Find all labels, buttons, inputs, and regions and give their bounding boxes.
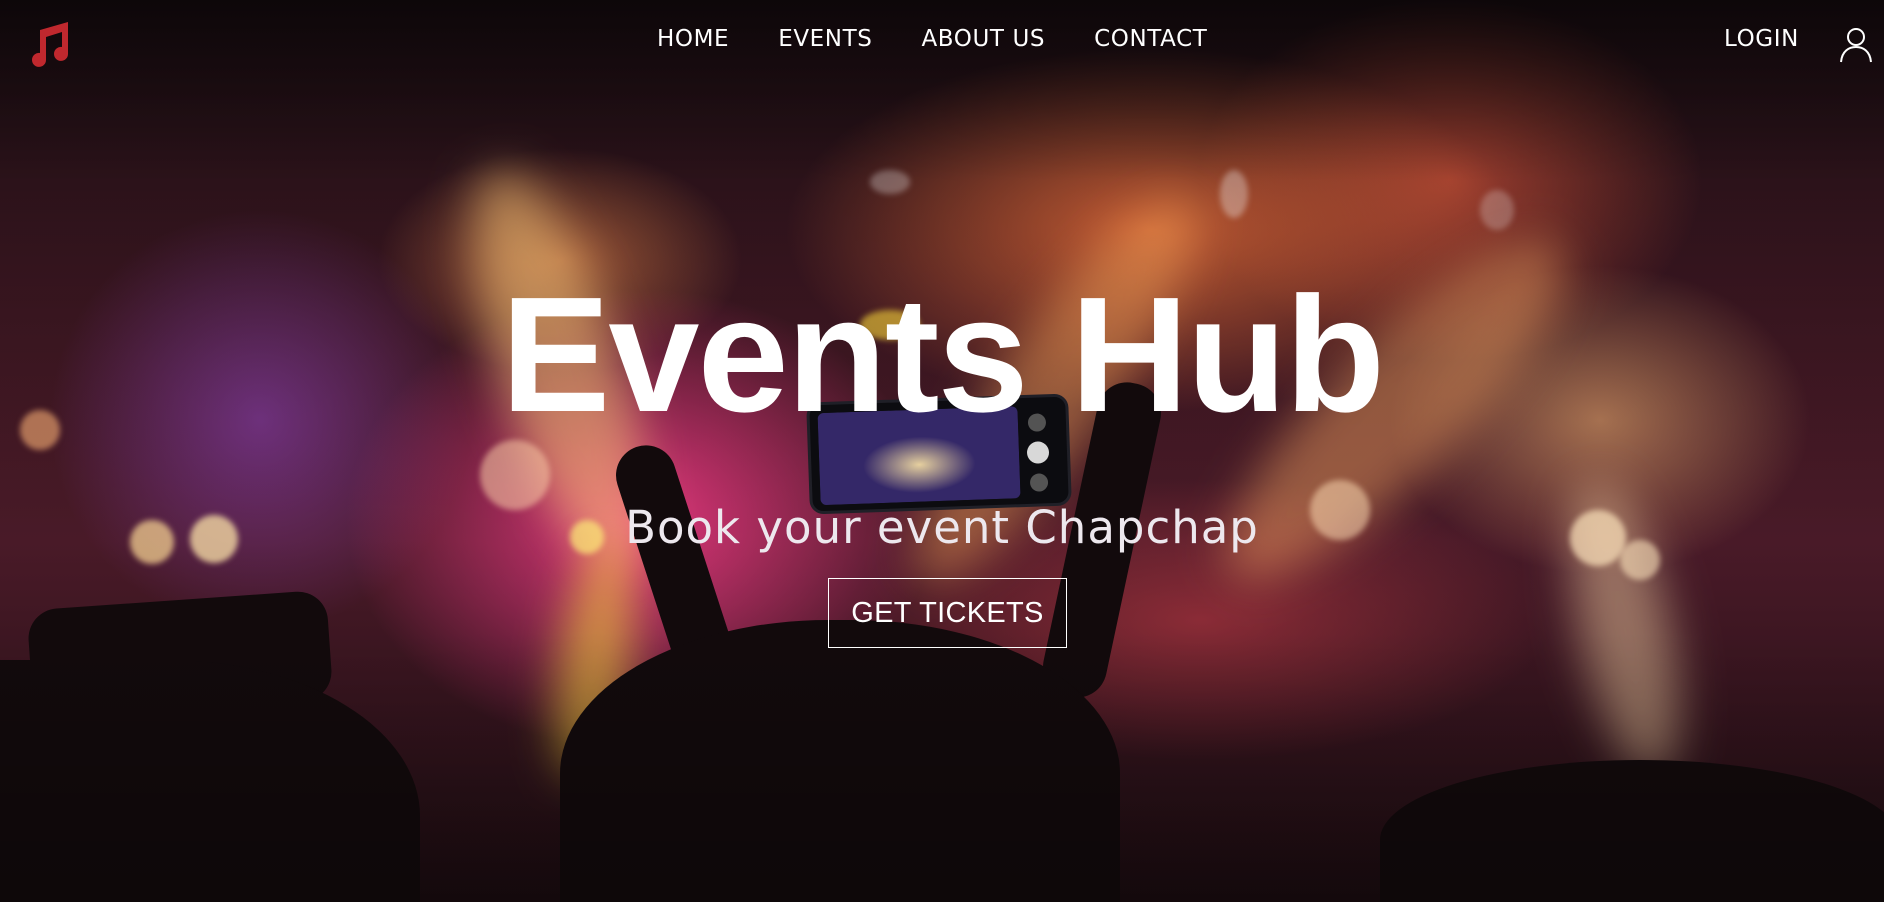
hero-subtitle: Book your event Chapchap	[625, 501, 1259, 554]
hero-background-image	[0, 0, 1884, 902]
nav-events-link[interactable]: EVENTS	[778, 26, 872, 52]
nav-home-link[interactable]: HOME	[657, 26, 729, 52]
nav-contact-link[interactable]: CONTACT	[1094, 26, 1207, 52]
get-tickets-button[interactable]: GET TICKETS	[828, 578, 1067, 648]
login-link[interactable]: LOGIN	[1724, 26, 1799, 52]
nav-about-link[interactable]: ABOUT US	[921, 26, 1045, 52]
main-nav: HOME EVENTS ABOUT US CONTACT	[657, 26, 1207, 52]
user-icon[interactable]	[1836, 24, 1876, 64]
hero-title: Events Hub	[500, 263, 1385, 446]
music-note-icon[interactable]	[22, 18, 74, 70]
top-navbar: HOME EVENTS ABOUT US CONTACT LOGIN	[0, 0, 1884, 84]
